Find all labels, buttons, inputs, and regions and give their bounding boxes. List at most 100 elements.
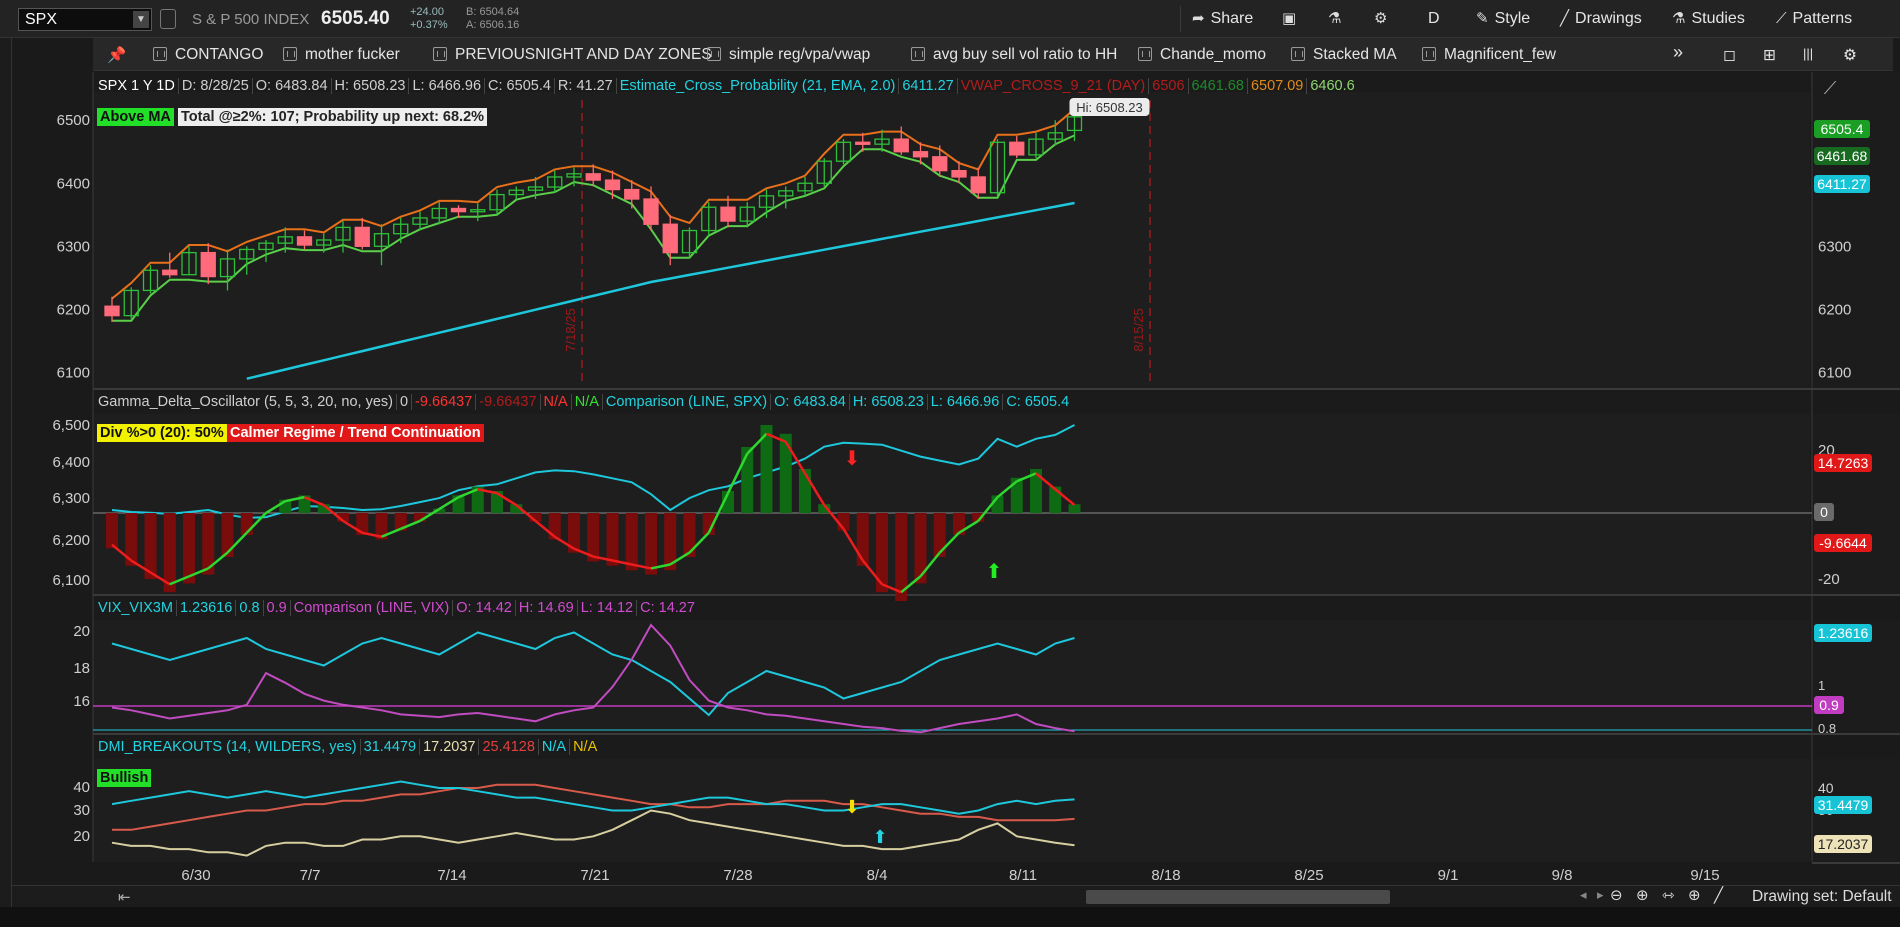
price-pane-header: SPX 1 Y 1D D: 8/28/25 O: 6483.84 H: 6508.23… [95, 78, 1358, 98]
x-axis-label: 7/28 [723, 867, 752, 884]
gamma-y-tick-right: -20 [1818, 571, 1840, 588]
pane-background [93, 620, 1810, 733]
header-value: -9.66437 [476, 394, 541, 410]
candle-body [162, 269, 178, 276]
horizontal-scrollbar[interactable]: ⇤ ◂ ▸ ⊖ ⊕ ⇿ ⊕ ╱ Drawing set: Default [12, 885, 1900, 907]
header-value: H: 14.69 [515, 600, 578, 616]
histogram-bar [1068, 504, 1081, 513]
candle-body [1009, 141, 1025, 156]
header-value: DMI_BREAKOUTS (14, WILDERS, yes) [95, 739, 361, 755]
histogram-bar [741, 447, 754, 513]
crosshair-icon[interactable]: ⊕ [1688, 886, 1701, 904]
candle-body [604, 179, 621, 191]
candle-body [662, 223, 678, 254]
header-value: N/A [573, 739, 598, 755]
gamma-y-tick: 6,300 [52, 490, 90, 507]
header-value: Comparison (LINE, SPX) [602, 394, 772, 410]
x-axis-label: 7/14 [437, 867, 466, 884]
gamma-y-tick: 6,200 [52, 532, 90, 549]
header-value: L: 6466.96 [927, 394, 1004, 410]
down-arrow-icon: ⬇ [844, 448, 861, 470]
bottom-bar [0, 907, 1900, 927]
header-value: 0.8 [236, 600, 264, 616]
candle-body [104, 305, 120, 317]
price-y-tick-right: 6100 [1818, 364, 1851, 381]
candle-body [912, 151, 929, 158]
header-value: 6461.68 [1188, 78, 1248, 94]
scroll-right-icon[interactable]: ▸ [1597, 887, 1604, 903]
x-axis-label: 8/4 [867, 867, 888, 884]
dmi-y-tick: 20 [73, 828, 90, 845]
candle-body [932, 156, 948, 172]
down-arrow-icon: ⬇ [844, 797, 859, 817]
candle-body [200, 251, 216, 278]
dmi-y-tick-right: 40 [1818, 780, 1834, 796]
x-axis-label: 8/18 [1151, 867, 1180, 884]
histogram-bar [606, 513, 619, 566]
dmi-tag-label: 31.4479 [1818, 797, 1869, 813]
header-value: O: 6483.84 [771, 394, 850, 410]
candle-body [450, 207, 467, 213]
line-tool-icon[interactable]: ╱ [1714, 886, 1723, 904]
header-value: SPX 1 Y 1D [95, 78, 179, 94]
price-y-tick: 6400 [57, 175, 90, 192]
gamma-y-tick: 6,100 [52, 572, 90, 589]
drawing-set-label[interactable]: Drawing set: Default [1752, 888, 1892, 906]
scroll-thumb[interactable] [1086, 890, 1390, 904]
gamma-tag-label: 14.7263 [1818, 455, 1869, 471]
pane-background [93, 759, 1810, 862]
gamma-pane-header: Gamma_Delta_Oscillator (5, 5, 3, 20, no,… [95, 394, 1072, 414]
vix-y-tick: 16 [73, 693, 90, 710]
candle-body [585, 173, 601, 181]
histogram-bar [1010, 477, 1023, 513]
price-y-tick: 6200 [57, 301, 90, 318]
vix-tag-label: 1.23616 [1818, 625, 1869, 641]
candle-body [893, 138, 909, 153]
price-tag-label: 6505.4 [1821, 121, 1864, 137]
candle-body [855, 141, 871, 145]
zoom-out-icon[interactable]: ⊖ [1610, 886, 1623, 904]
x-axis-label: 8/11 [1009, 867, 1037, 884]
price-y-tick-right: 6200 [1818, 301, 1851, 318]
header-value: Comparison (LINE, VIX) [290, 600, 454, 616]
histogram-bar [933, 513, 946, 557]
divergence-badge: Div %>0 (20): 50% [97, 424, 227, 442]
x-axis-label: 9/1 [1438, 867, 1459, 884]
price-y-tick: 6100 [57, 364, 90, 381]
date-marker-label: 8/15/25 [1131, 308, 1146, 351]
candle-body [951, 170, 967, 178]
x-axis-label: 7/21 [580, 867, 609, 884]
header-value: 25.4128 [479, 739, 539, 755]
scroll-left-icon[interactable]: ◂ [1580, 887, 1587, 903]
header-value: H: 6508.23 [331, 78, 410, 94]
regime-badge: Calmer Regime / Trend Continuation [227, 424, 484, 442]
header-value: C: 6505.4 [1006, 394, 1070, 410]
gamma-tag-label: -9.6644 [1819, 535, 1867, 551]
histogram-bar [856, 513, 869, 566]
header-value: 17.2037 [420, 739, 480, 755]
reset-scroll-icon[interactable]: ⇤ [118, 888, 131, 906]
vix-tag-label: 0.9 [1819, 697, 1839, 713]
candle-body [970, 176, 986, 194]
zoom-in-icon[interactable]: ⊕ [1636, 886, 1649, 904]
header-value: Gamma_Delta_Oscillator (5, 5, 3, 20, no,… [95, 394, 397, 410]
header-value: C: 14.27 [640, 600, 695, 616]
header-value: -9.66437 [412, 394, 477, 410]
header-value: 1.23616 [176, 600, 237, 616]
histogram-bar [106, 513, 118, 549]
header-value: 6507.09 [1247, 78, 1308, 94]
header-value: 6411.27 [899, 78, 958, 94]
header-value: O: 6483.84 [252, 78, 332, 94]
header-value: O: 14.42 [453, 600, 516, 616]
histogram-bar [645, 513, 657, 575]
header-value: Estimate_Cross_Probability (21, EMA, 2.0… [616, 78, 900, 94]
header-value: N/A [538, 739, 571, 755]
candle-body [354, 226, 370, 247]
header-value: 6506 [1149, 78, 1189, 94]
histogram-bar [779, 433, 792, 513]
fit-icon[interactable]: ⇿ [1662, 886, 1675, 904]
vix-pane-header: VIX_VIX3M 1.23616 0.8 0.9 Comparison (LINE, … [95, 600, 698, 620]
x-axis-label: 7/7 [300, 867, 321, 884]
price-tag-label: 6411.27 [1817, 176, 1867, 192]
header-value: 31.4479 [360, 739, 421, 755]
